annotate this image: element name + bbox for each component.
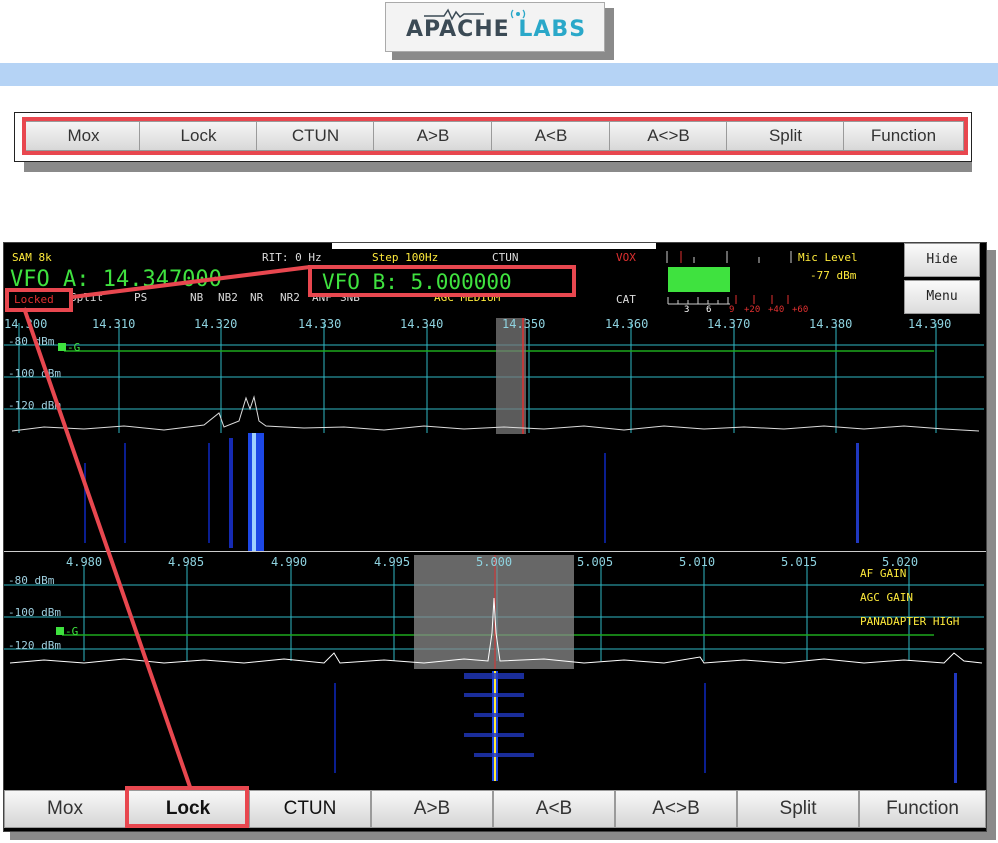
vfo-b-callout: VFO B: 5.000000 xyxy=(308,265,576,297)
lock-button-callout-box xyxy=(125,786,249,828)
callout-lines xyxy=(22,265,311,788)
locked-callout-box xyxy=(5,288,73,312)
vfo-b-display: VFO B: 5.000000 xyxy=(322,270,512,294)
